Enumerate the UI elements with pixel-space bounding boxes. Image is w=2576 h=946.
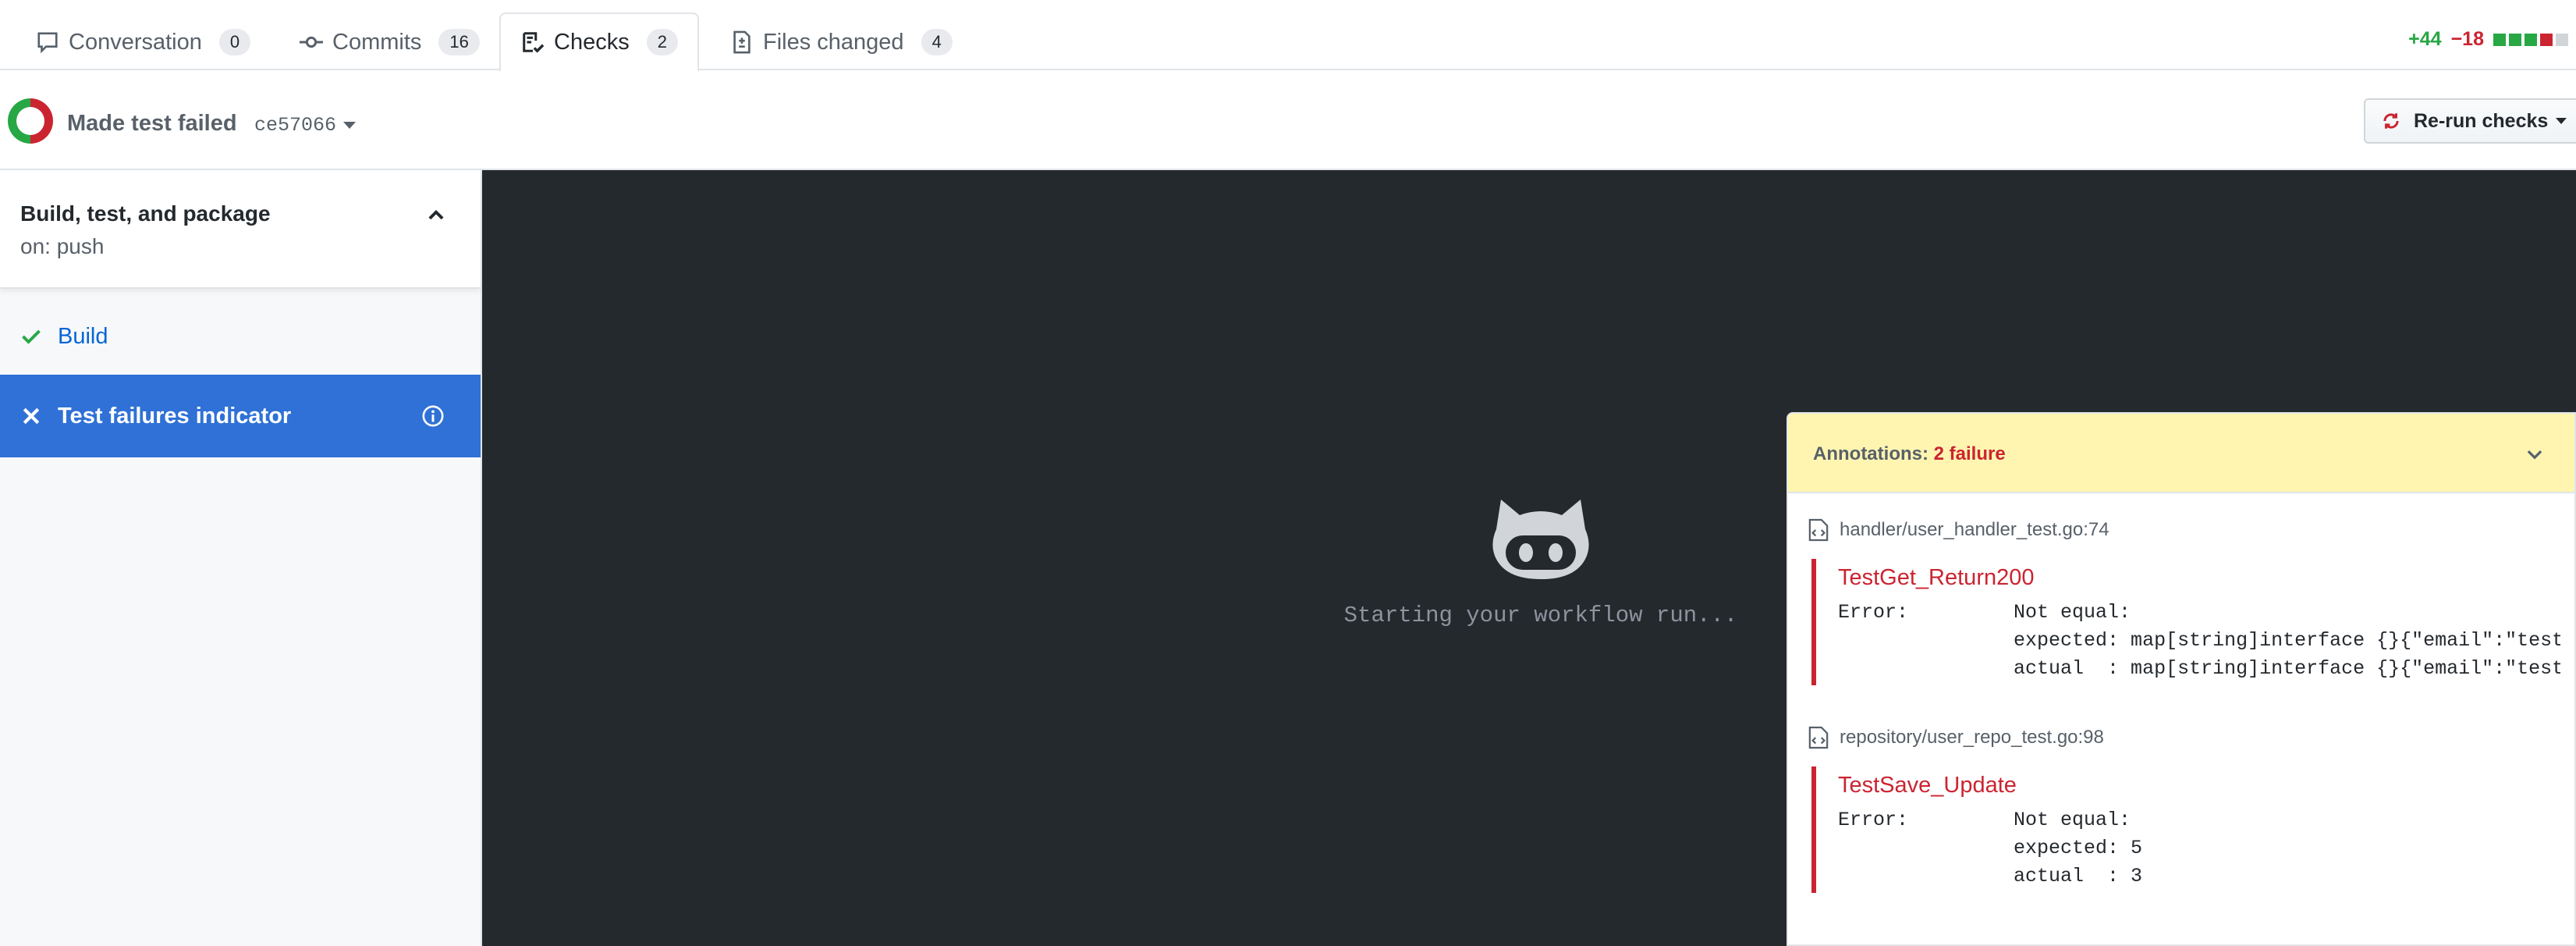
- commit-icon: [298, 29, 325, 55]
- file-diff-icon: [729, 29, 755, 55]
- check-icon: [22, 329, 41, 344]
- diffstat-blocks: [2493, 33, 2568, 46]
- rerun-checks-button[interactable]: Re-run checks: [2364, 98, 2576, 144]
- tab-counter: 0: [218, 29, 251, 55]
- check-status-donut-icon: [8, 98, 53, 144]
- x-icon: [23, 407, 40, 425]
- checks-sidebar: Build, test, and package on: push Build …: [0, 170, 482, 946]
- tab-label: Commits: [332, 29, 422, 55]
- annotation-item: TestSave_Update Error: Not equal: expect…: [1811, 766, 2560, 893]
- commit-sha-dropdown[interactable]: ce57066: [254, 114, 336, 137]
- file-code-icon: [1808, 518, 1829, 542]
- pr-tab-bar: Conversation 0 Commits 16 Checks 2 Files…: [0, 0, 2576, 72]
- file-code-icon: [1808, 726, 1829, 749]
- tab-counter: 4: [921, 29, 953, 55]
- sync-icon: [2383, 113, 2399, 129]
- octocat-icon: [1492, 500, 1589, 579]
- annotation-item: TestGet_Return200 Error: Not equal: expe…: [1811, 559, 2560, 685]
- annotation-file-link[interactable]: handler/user_handler_test.go:74: [1808, 518, 2109, 542]
- diffstat-deletions: −18: [2450, 28, 2484, 50]
- chevron-down-icon: [2556, 118, 2567, 124]
- checklist-icon: [520, 29, 546, 55]
- job-item-test-failures-indicator[interactable]: Test failures indicator: [0, 375, 481, 457]
- tab-label: Conversation: [69, 29, 202, 55]
- tab-files-changed[interactable]: Files changed 4: [710, 12, 971, 72]
- tab-commits[interactable]: Commits 16: [279, 12, 499, 72]
- annotation-file-path: handler/user_handler_test.go:74: [1840, 519, 2109, 540]
- annotation-file-link[interactable]: repository/user_repo_test.go:98: [1808, 726, 2104, 749]
- tab-conversation[interactable]: Conversation 0: [16, 12, 269, 72]
- annotation-title: TestGet_Return200: [1838, 565, 2035, 590]
- annotation-message: Error: Not equal: expected: map[string]i…: [1838, 601, 2560, 680]
- annotations-header[interactable]: Annotations: 2 failure: [1788, 414, 2574, 493]
- tab-counter: 16: [438, 29, 480, 55]
- annotation-message: Error: Not equal: expected: 5 actual : 3: [1838, 809, 2143, 887]
- workflow-header[interactable]: Build, test, and package on: push: [0, 170, 481, 289]
- tab-label: Files changed: [763, 29, 904, 55]
- annotations-panel: Annotations: 2 failure handler/user_hand…: [1787, 412, 2576, 946]
- annotation-title: TestSave_Update: [1838, 773, 2017, 798]
- commit-header: Made test failed ce57066 Re-run checks: [0, 72, 2576, 170]
- chevron-down-icon[interactable]: [343, 122, 356, 129]
- chevron-up-icon[interactable]: [426, 204, 446, 225]
- workflow-name: Build, test, and package: [20, 201, 271, 226]
- annotations-title: Annotations: 2 failure: [1813, 443, 2006, 465]
- workflow-trigger: on: push: [20, 234, 105, 258]
- rerun-label: Re-run checks: [2414, 109, 2549, 132]
- job-label: Build: [58, 323, 108, 349]
- info-icon[interactable]: [421, 404, 445, 428]
- diffstat: +44 −18: [2408, 28, 2568, 51]
- annotations-label: Annotations:: [1813, 443, 1928, 464]
- job-item-build[interactable]: Build: [0, 295, 481, 378]
- tab-counter: 2: [646, 29, 678, 55]
- log-status-text: Starting your workflow run...: [1343, 603, 1738, 628]
- tab-checks[interactable]: Checks 2: [499, 12, 699, 72]
- annotations-count: 2 failure: [1933, 443, 2006, 464]
- chevron-down-icon[interactable]: [2525, 445, 2545, 465]
- commit-title: Made test failed: [67, 111, 237, 136]
- comment-icon: [34, 29, 61, 55]
- tab-label: Checks: [554, 29, 630, 55]
- job-label: Test failures indicator: [58, 403, 292, 429]
- diffstat-additions: +44: [2408, 28, 2442, 50]
- annotation-file-path: repository/user_repo_test.go:98: [1840, 727, 2104, 748]
